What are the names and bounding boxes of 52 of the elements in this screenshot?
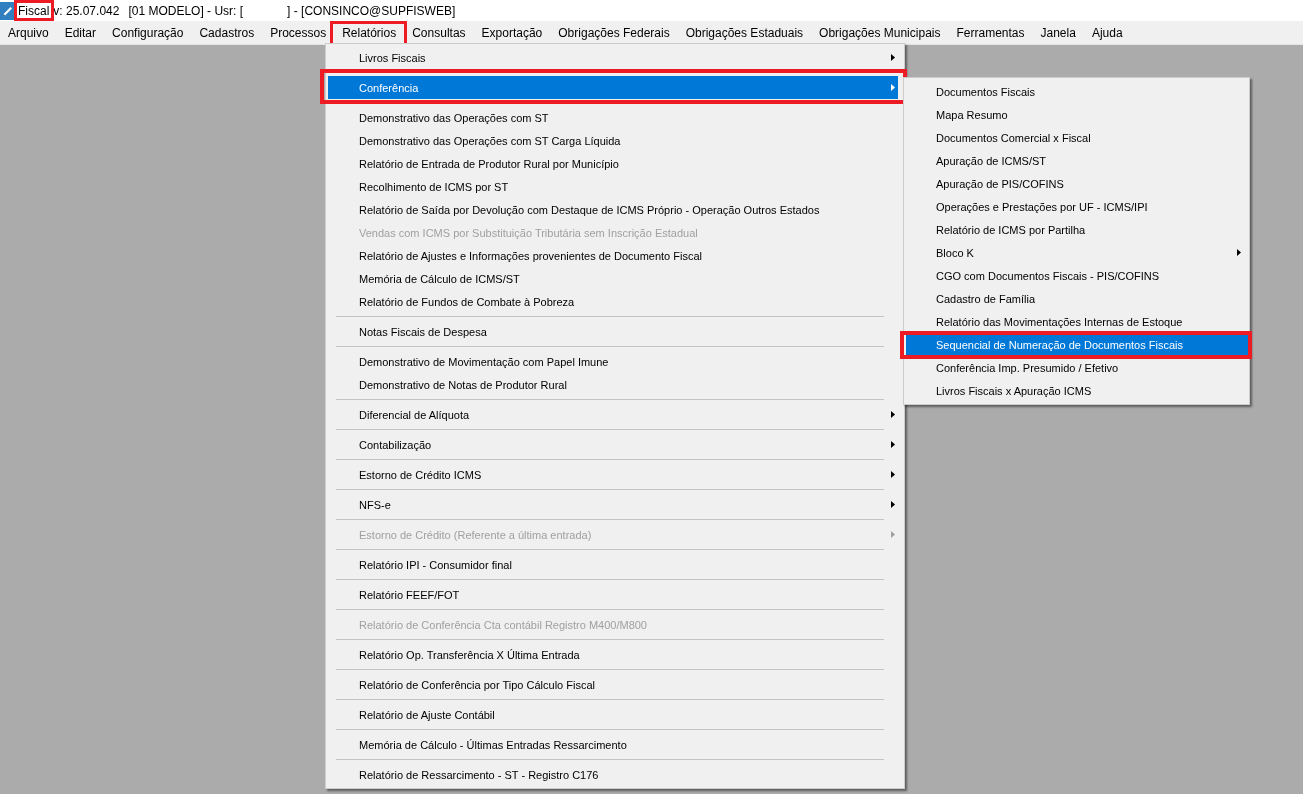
connection-text: ] - [CONSINCO@SUPFISWEB] <box>287 2 456 19</box>
menu-item[interactable]: Demonstrativo das Operações com ST <box>328 106 898 129</box>
menu-item[interactable]: Demonstrativo de Movimentação com Papel Imune <box>328 350 898 373</box>
menu-item[interactable]: Relatório de Fundos de Combate à Pobreza <box>328 290 898 313</box>
app-name: Fiscal <box>18 3 50 18</box>
menu-item[interactable]: Relatório IPI - Consumidor final <box>328 553 898 576</box>
menu-item[interactable]: Livros Fiscais <box>328 46 898 69</box>
menu-bar-item[interactable]: Editar <box>56 21 105 44</box>
menu-item[interactable]: Memória de Cálculo - Últimas Entradas Ressarcimento <box>328 733 898 756</box>
menu-item[interactable]: Relatório de Entrada de Produtor Rural por Município <box>328 152 898 175</box>
menu-item[interactable]: Livros Fiscais x Apuração ICMS <box>906 379 1248 402</box>
menu-bar-item[interactable]: Exportação <box>473 21 551 44</box>
menu-item[interactable]: Recolhimento de ICMS por ST <box>328 175 898 198</box>
menu-bar-item[interactable]: Janela <box>1032 21 1084 44</box>
menu-bar-item[interactable]: Obrigações Estaduais <box>677 21 812 44</box>
menu-bar-item[interactable]: Cadastros <box>191 21 263 44</box>
menu-item[interactable]: CGO com Documentos Fiscais - PIS/COFINS <box>906 264 1248 287</box>
menu-item[interactable]: Cadastro de Família <box>906 287 1248 310</box>
menu-item[interactable]: Relatório de ICMS por Partilha <box>906 218 1248 241</box>
menu-item[interactable]: Apuração de ICMS/ST <box>906 149 1248 172</box>
menu-bar-item[interactable]: Configuração <box>104 21 192 44</box>
menu-bar-item[interactable]: Ferramentas <box>948 21 1033 44</box>
menu-bar-item[interactable]: Processos <box>262 21 335 44</box>
menu-item[interactable]: Notas Fiscais de Despesa <box>328 320 898 343</box>
menu-item[interactable]: Demonstrativo das Operações com ST Carga Líquida <box>328 129 898 152</box>
menu-item[interactable]: Relatório de Ajuste Contábil <box>328 703 898 726</box>
menu-item[interactable]: Relatório de Ajustes e Informações provenientes de Documento Fiscal <box>328 244 898 267</box>
menu-item[interactable]: Contabilização <box>328 433 898 456</box>
menu-item[interactable]: Conferência Imp. Presumido / Efetivo <box>906 356 1248 379</box>
menu-item[interactable]: Relatório de Conferência por Tipo Cálculo Fiscal <box>328 673 898 696</box>
menu-bar-item[interactable]: Obrigações Municipais <box>811 21 949 44</box>
menu-item[interactable]: Relatório FEEF/FOT <box>328 583 898 606</box>
menu-bar-item[interactable]: Arquivo <box>0 21 57 44</box>
menu-item[interactable]: Relatório de Ressarcimento - ST - Registro C176 <box>328 763 898 786</box>
menu-bar-item[interactable]: Consultas <box>404 21 474 44</box>
menu-item[interactable]: Documentos Comercial x Fiscal <box>906 126 1248 149</box>
menu-item[interactable]: Bloco K <box>906 241 1248 264</box>
menu-item[interactable]: Mapa Resumo <box>906 103 1248 126</box>
menu-item[interactable]: NFS-e <box>328 493 898 516</box>
session-text: [01 MODELO] - Usr: [ <box>128 2 244 19</box>
menu-item[interactable]: Estorno de Crédito ICMS <box>328 463 898 486</box>
menu-bar-item[interactable]: Obrigações Federais <box>550 21 678 44</box>
menu-item[interactable]: Demonstrativo de Notas de Produtor Rural <box>328 373 898 396</box>
menu-item[interactable]: Apuração de PIS/COFINS <box>906 172 1248 195</box>
menu-item[interactable]: Relatório de Saída por Devolução com Destaque de ICMS Próprio - Operação Outros Estados <box>328 198 898 221</box>
menu-item[interactable]: Relatório das Movimentações Internas de Estoque <box>906 310 1248 333</box>
menu-bar-item[interactable]: Ajuda <box>1083 21 1131 44</box>
menu-item[interactable]: Memória de Cálculo de ICMS/ST <box>328 267 898 290</box>
menu-item[interactable]: Relatório Op. Transferência X Última Entrada <box>328 643 898 666</box>
menu-item[interactable]: Documentos Fiscais <box>906 80 1248 103</box>
menu-item[interactable]: Operações e Prestações por UF - ICMS/IPI <box>906 195 1248 218</box>
menu-item[interactable]: Diferencial de Alíquota <box>328 403 898 426</box>
